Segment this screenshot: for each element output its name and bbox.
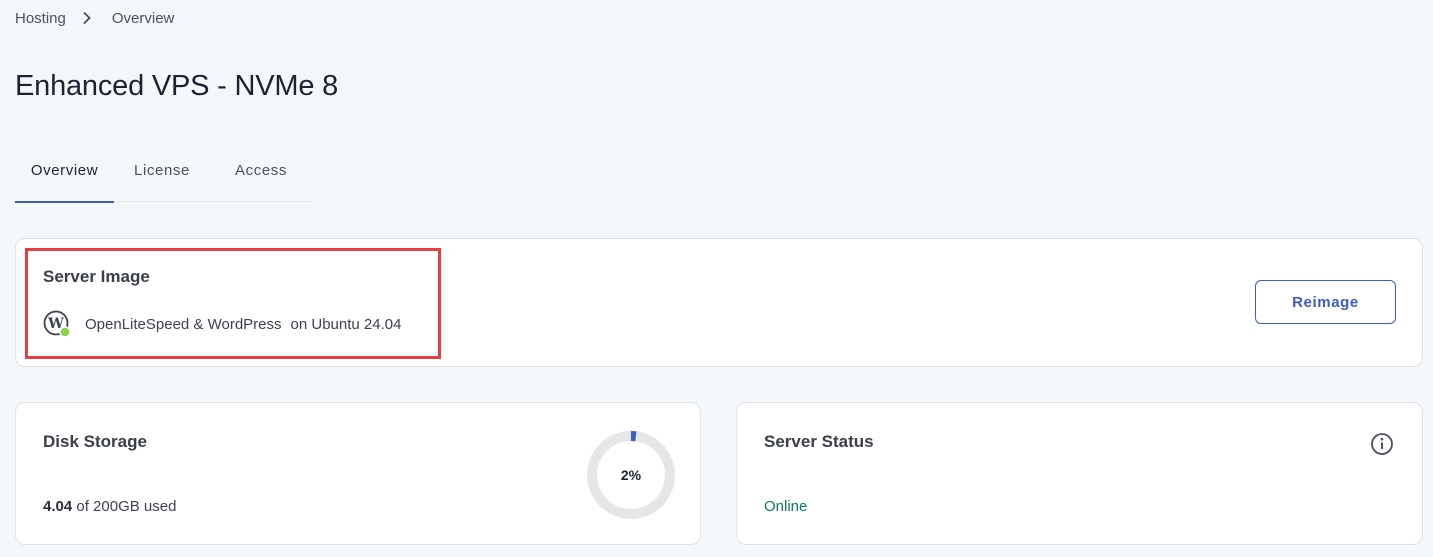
tab-license[interactable]: License [114, 150, 210, 202]
disk-total-text: of 200GB used [76, 498, 177, 515]
disk-usage-percent: 2% [620, 467, 642, 483]
disk-storage-card: Disk Storage 4.04 of 200GB used 2% [15, 402, 701, 545]
disk-used-value: 4.04 [43, 498, 73, 515]
breadcrumb: Hosting Overview [15, 8, 174, 28]
server-status-title: Server Status [764, 432, 874, 451]
disk-storage-title: Disk Storage [43, 432, 147, 451]
chevron-right-icon [82, 11, 92, 25]
reimage-button[interactable]: Reimage [1255, 280, 1396, 324]
tab-bar: Overview License Access [15, 150, 312, 203]
breadcrumb-current: Overview [111, 9, 175, 27]
highlight-box [25, 248, 441, 359]
server-status-value: Online [764, 498, 808, 515]
tab-access[interactable]: Access [210, 150, 312, 202]
page-title: Enhanced VPS - NVMe 8 [15, 70, 339, 102]
tab-overview[interactable]: Overview [15, 150, 114, 203]
info-icon[interactable] [1370, 432, 1394, 456]
server-status-card: Server Status Online [736, 402, 1423, 545]
breadcrumb-hosting-link[interactable]: Hosting [15, 10, 66, 27]
disk-usage-text: 4.04 of 200GB used [43, 498, 176, 515]
